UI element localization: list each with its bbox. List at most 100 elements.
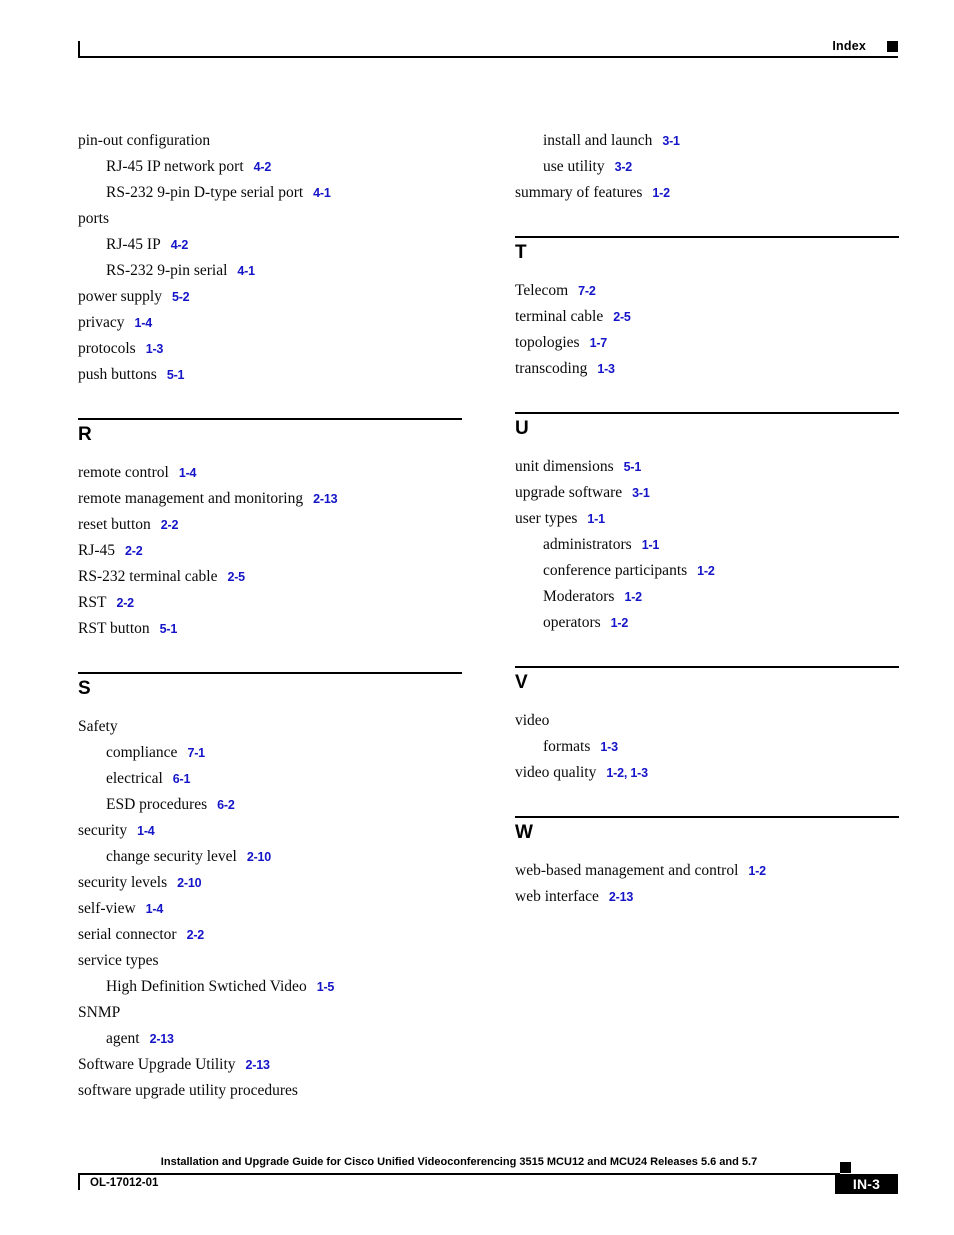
page-title: Index [832, 39, 866, 53]
index-page-reference-link[interactable]: 1-2, 1-3 [606, 766, 648, 780]
index-page-reference-link[interactable]: 3-1 [632, 486, 650, 500]
index-entry-term: RS-232 9-pin serial [106, 262, 228, 279]
index-column-left: pin-out configuration RJ-45 IP network po… [78, 128, 462, 1104]
index-page-reference-link[interactable]: 1-4 [179, 466, 197, 480]
index-page-reference-link[interactable]: 1-5 [317, 980, 335, 994]
index-page-reference-link[interactable]: 5-1 [624, 460, 642, 474]
index-entry-term: reset button [78, 516, 151, 533]
index-entry-term: summary of features [515, 184, 643, 201]
index-page-reference-link[interactable]: 2-2 [125, 544, 143, 558]
index-page-reference-link[interactable]: 1-4 [137, 824, 155, 838]
index-section-v: Vvideo formats 1-3 video quality 1-2, 1-3 [515, 636, 899, 786]
index-page-reference-link[interactable]: 2-13 [609, 890, 633, 904]
index-entry: transcoding 1-3 [515, 356, 899, 382]
index-page-reference-link[interactable]: 1-3 [600, 740, 618, 754]
index-page-reference-link[interactable]: 1-4 [134, 316, 152, 330]
index-section-r: Rremote control 1-4 remote management and … [78, 388, 462, 642]
index-page-reference-link[interactable]: 2-13 [150, 1032, 174, 1046]
index-entry: web-based management and control 1-2 [515, 858, 899, 884]
index-page-reference-link[interactable]: 2-2 [116, 596, 134, 610]
index-page-reference-link[interactable]: 5-1 [167, 368, 185, 382]
index-page-reference-link[interactable]: 1-2 [697, 564, 715, 578]
index-entry-term: push buttons [78, 366, 157, 383]
index-subentry: use utility 3-2 [515, 154, 899, 180]
index-entry-term: ports [78, 210, 109, 227]
index-entry-term: protocols [78, 340, 136, 357]
index-page-reference-link[interactable]: 6-1 [173, 772, 191, 786]
index-page-reference-link[interactable]: 1-2 [624, 590, 642, 604]
index-entry: RS-232 terminal cable 2-5 [78, 564, 462, 590]
index-entry-term: agent [106, 1030, 140, 1047]
index-page-reference-link[interactable]: 3-1 [662, 134, 680, 148]
index-entry-term: transcoding [515, 360, 588, 377]
index-entry-term: RJ-45 IP [106, 236, 161, 253]
index-entry: service types [78, 948, 462, 974]
index-page-reference-link[interactable]: 4-1 [237, 264, 255, 278]
index-entry-term: remote control [78, 464, 169, 481]
index-section-continued: install and launch 3-1 use utility 3-2 summa… [515, 128, 899, 206]
index-entry-term: Safety [78, 718, 118, 735]
index-entry-term: RJ-45 IP network port [106, 158, 244, 175]
index-page-reference-link[interactable]: 2-13 [313, 492, 337, 506]
index-entry: software upgrade utility procedures [78, 1078, 462, 1104]
index-entry: upgrade software 3-1 [515, 480, 899, 506]
index-page-reference-link[interactable]: 5-1 [160, 622, 178, 636]
index-page-reference-link[interactable]: 6-2 [217, 798, 235, 812]
index-page-reference-link[interactable]: 4-1 [313, 186, 331, 200]
index-page-reference-link[interactable]: 1-1 [642, 538, 660, 552]
index-page-reference-link[interactable]: 1-1 [587, 512, 605, 526]
index-subentry: ESD procedures 6-2 [78, 792, 462, 818]
index-page-reference-link[interactable]: 1-3 [597, 362, 615, 376]
index-subentry: Moderators 1-2 [515, 584, 899, 610]
index-entry: reset button 2-2 [78, 512, 462, 538]
index-entry-term: Moderators [543, 588, 615, 605]
index-entry-term: compliance [106, 744, 178, 761]
index-page-reference-link[interactable]: 4-2 [171, 238, 189, 252]
index-page-reference-link[interactable]: 5-2 [172, 290, 190, 304]
index-page-reference-link[interactable]: 2-10 [247, 850, 271, 864]
footer-document-number: OL-17012-01 [90, 1177, 159, 1189]
index-page-reference-link[interactable]: 1-2 [611, 616, 629, 630]
index-page-reference-link[interactable]: 1-3 [146, 342, 164, 356]
index-entry: terminal cable 2-5 [515, 304, 899, 330]
section-divider [78, 672, 462, 674]
index-entry: video quality 1-2, 1-3 [515, 760, 899, 786]
index-entry: privacy 1-4 [78, 310, 462, 336]
section-letter-heading: V [515, 672, 528, 693]
index-section-t: T Telecom 7-2 terminal cable 2-5 topologies 1-… [515, 206, 899, 382]
footer-black-square-marker-icon [840, 1162, 851, 1173]
index-page-reference-link[interactable]: 4-2 [254, 160, 272, 174]
index-entry-term: service types [78, 952, 159, 969]
index-entry-term: user types [515, 510, 578, 527]
index-page-reference-link[interactable]: 7-1 [187, 746, 205, 760]
index-entry-term: change security level [106, 848, 237, 865]
index-page-reference-link[interactable]: 2-13 [246, 1058, 270, 1072]
section-letter-heading: R [78, 424, 92, 445]
index-page-reference-link[interactable]: 2-5 [613, 310, 631, 324]
index-page-reference-link[interactable]: 2-2 [161, 518, 179, 532]
section-letter-heading: S [78, 678, 91, 699]
section-letter-heading: W [515, 822, 533, 843]
index-entry: remote management and monitoring 2-13 [78, 486, 462, 512]
index-entry-term: install and launch [543, 132, 653, 149]
section-divider [515, 412, 899, 414]
index-page-reference-link[interactable]: 1-2 [652, 186, 670, 200]
index-entry-term: administrators [543, 536, 632, 553]
index-entry: ports [78, 206, 462, 232]
index-page-reference-link[interactable]: 2-10 [177, 876, 201, 890]
index-page-reference-link[interactable]: 1-4 [146, 902, 164, 916]
index-page-reference-link[interactable]: 3-2 [615, 160, 633, 174]
index-page-reference-link[interactable]: 1-7 [590, 336, 608, 350]
section-divider [515, 816, 899, 818]
index-page-reference-link[interactable]: 2-2 [187, 928, 205, 942]
index-entry-term: RS-232 terminal cable [78, 568, 218, 585]
index-subentry: RJ-45 IP network port 4-2 [78, 154, 462, 180]
index-page-reference-link[interactable]: 2-5 [227, 570, 245, 584]
index-entry: security levels 2-10 [78, 870, 462, 896]
index-page-reference-link[interactable]: 1-2 [748, 864, 766, 878]
index-section-w: Wweb-based management and control 1-2 web … [515, 786, 899, 910]
index-entry-term: RJ-45 [78, 542, 116, 559]
index-page-reference-link[interactable]: 7-2 [578, 284, 596, 298]
